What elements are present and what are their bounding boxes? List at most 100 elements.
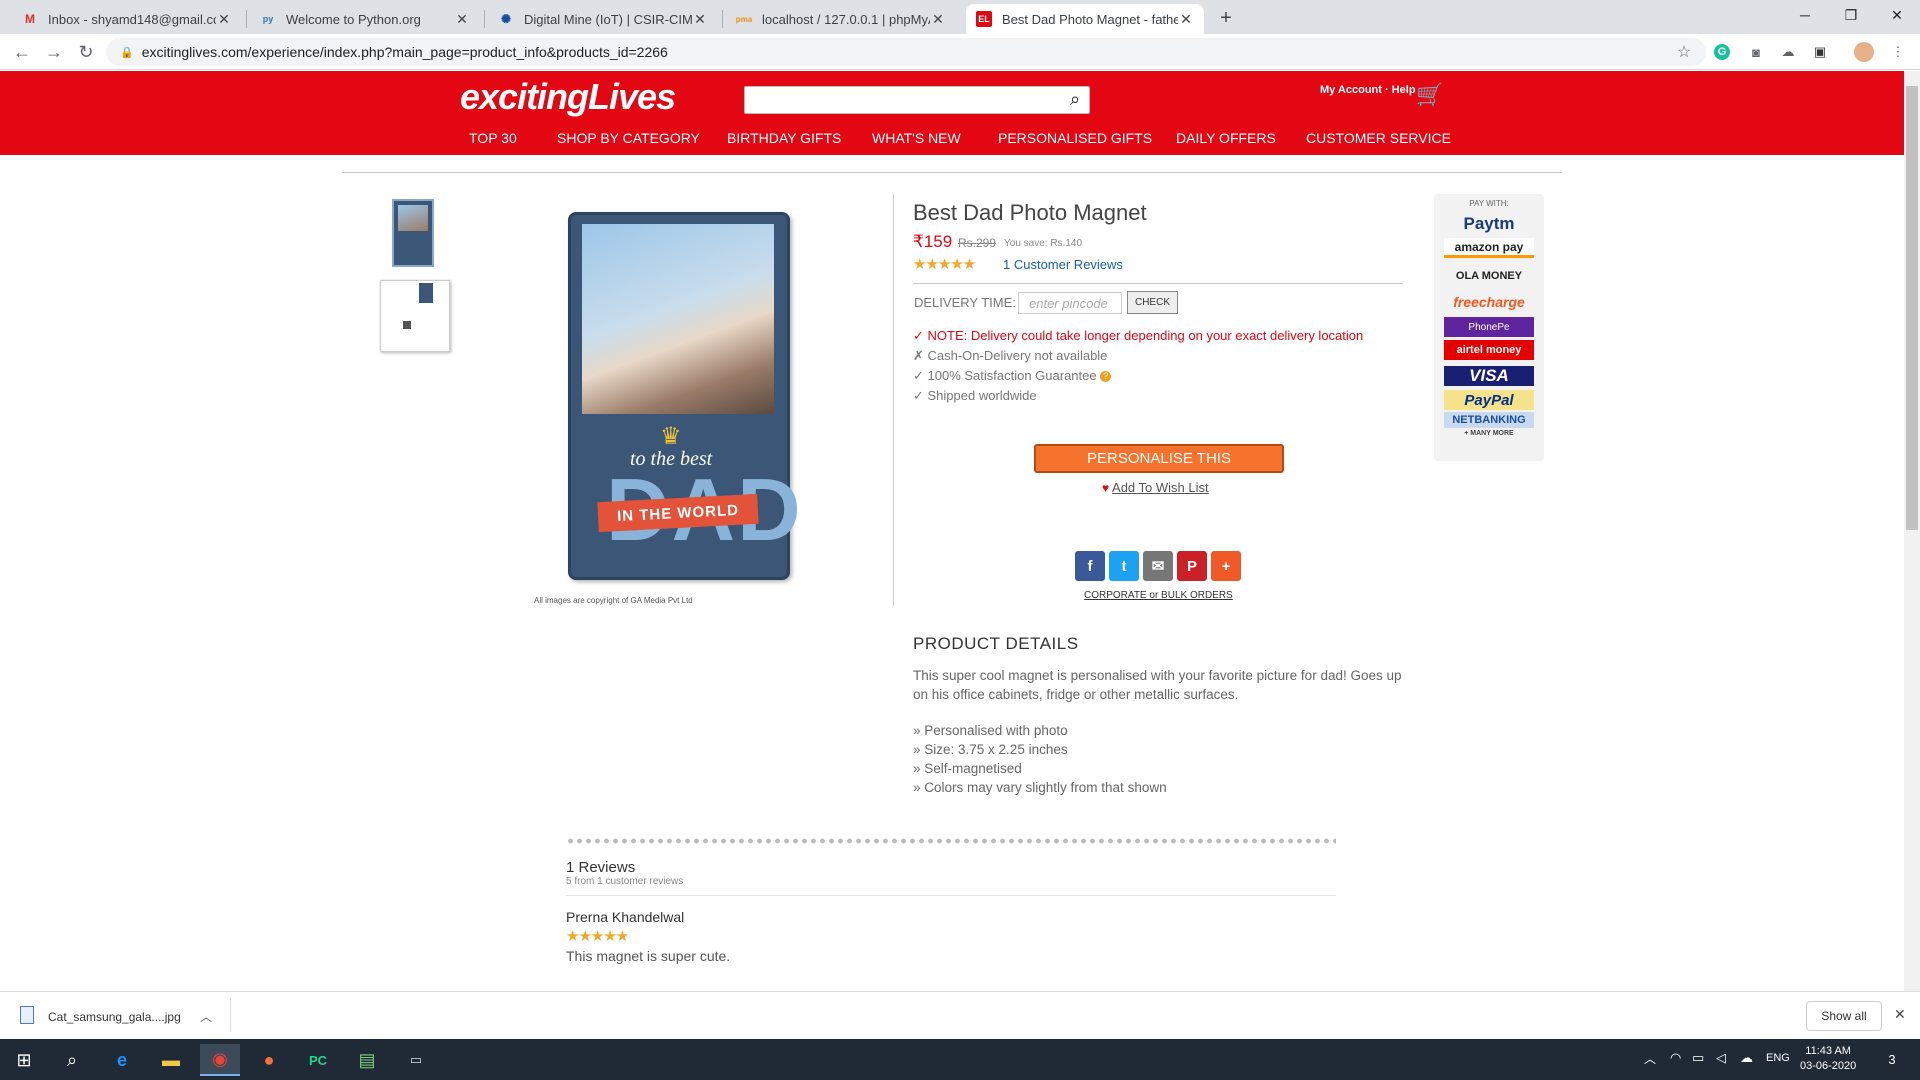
bulk-orders-link[interactable]: CORPORATE or BULK ORDERS xyxy=(1084,590,1233,601)
pinterest-share-icon[interactable]: P xyxy=(1177,551,1207,581)
scrollbar-thumb[interactable] xyxy=(1906,86,1918,530)
delivery-time-label: DELIVERY TIME: xyxy=(914,295,1016,310)
search-icon[interactable]: ⌕ xyxy=(52,1044,92,1076)
detail-bullet: » Self-magnetised xyxy=(913,761,1022,776)
globe-icon: ✺ xyxy=(500,12,512,26)
product-thumbnail[interactable] xyxy=(380,280,450,352)
heart-icon: ♥ xyxy=(1102,481,1110,495)
wifi-icon[interactable]: ◠ xyxy=(1670,1050,1681,1066)
product-title: Best Dad Photo Magnet xyxy=(913,200,1147,225)
crown-icon: ♛ xyxy=(660,423,682,450)
pincode-input[interactable]: enter pincode xyxy=(1018,292,1122,314)
back-icon[interactable]: ← xyxy=(10,40,34,64)
close-tab-icon[interactable]: ✕ xyxy=(454,11,470,28)
address-bar[interactable]: 🔒 excitinglives.com/experience/index.php… xyxy=(106,38,1706,66)
product-description: This super cool magnet is personalised w… xyxy=(913,668,1402,702)
reviews-summary: 5 from 1 customer reviews xyxy=(566,876,684,887)
customer-reviews-link[interactable]: 1 Customer Reviews xyxy=(1003,257,1123,272)
close-tab-icon[interactable]: ✕ xyxy=(216,11,232,28)
header-divider xyxy=(342,172,1562,173)
excitinglives-icon: EL xyxy=(976,11,992,27)
nav-birthday-gifts[interactable]: BIRTHDAY GIFTS xyxy=(727,130,841,146)
amazon-pay-logo: amazon pay xyxy=(1444,238,1534,258)
notification-center-icon[interactable]: 3 xyxy=(1880,1048,1904,1070)
language-indicator[interactable]: ENG xyxy=(1766,1052,1790,1064)
cloud-icon[interactable]: ☁ xyxy=(1778,42,1798,62)
browser-tab-phpmyadmin[interactable]: pma localhost / 127.0.0.1 | phpMyAdm ✕ xyxy=(726,4,956,34)
system-clock[interactable]: 11:43 AM 03-06-2020 xyxy=(1800,1044,1856,1074)
many-more-label: + MANY MORE xyxy=(1464,430,1514,437)
browser-tab-python[interactable]: py Welcome to Python.org ✕ xyxy=(250,4,480,34)
close-window-button[interactable]: ✕ xyxy=(1874,0,1920,30)
detail-bullet: » Personalised with photo xyxy=(913,723,1068,738)
product-thumbnail[interactable] xyxy=(392,199,434,267)
ola-money-logo: OLA MONEY xyxy=(1455,270,1523,282)
nav-daily-offers[interactable]: DAILY OFFERS xyxy=(1176,130,1276,146)
review-stars: ★★★★★ xyxy=(566,928,629,945)
download-filename[interactable]: Cat_samsung_gala....jpg xyxy=(48,1010,181,1024)
nav-personalised-gifts[interactable]: PERSONALISED GIFTS xyxy=(998,130,1152,146)
grammarly-icon[interactable]: G xyxy=(1714,44,1730,60)
browser-tab-digital-mine[interactable]: ✺ Digital Mine (IoT) | CSIR-CIMFR ✕ xyxy=(488,4,718,34)
nav-top-30[interactable]: TOP 30 xyxy=(469,130,517,146)
extension-icon[interactable]: ▣ xyxy=(1810,42,1830,62)
tab-title: Best Dad Photo Magnet - fathers xyxy=(1002,11,1178,27)
forward-icon[interactable]: → xyxy=(42,40,66,64)
review-text: This magnet is super cute. xyxy=(566,948,731,964)
browser-tab-active[interactable]: EL Best Dad Photo Magnet - fathers ✕ xyxy=(966,4,1204,34)
reviews-count: 1 Reviews xyxy=(566,859,636,876)
close-downloads-icon[interactable]: ✕ xyxy=(1894,1006,1906,1023)
file-explorer-icon[interactable]: ▬ xyxy=(151,1044,191,1076)
add-to-wishlist-link[interactable]: ♥ Add To Wish List xyxy=(1102,480,1209,495)
feature-item: ✓ Shipped worldwide xyxy=(913,388,1037,403)
browser-tab-gmail[interactable]: M Inbox - shyamd148@gmail.com ✕ xyxy=(12,4,242,34)
close-tab-icon[interactable]: ✕ xyxy=(692,11,708,28)
camera-icon[interactable]: ◙ xyxy=(1746,42,1766,62)
detail-bullet: » Colors may vary slightly from that sho… xyxy=(913,780,1167,795)
minimize-button[interactable]: ─ xyxy=(1782,0,1828,30)
info-divider xyxy=(913,283,1403,284)
personalise-button[interactable]: PERSONALISE THIS xyxy=(1034,444,1284,473)
edge-icon[interactable]: e xyxy=(102,1044,142,1076)
check-button[interactable]: CHECK xyxy=(1127,291,1178,314)
menu-icon[interactable]: ⋮ xyxy=(1888,42,1908,62)
product-price: ₹159 xyxy=(913,232,953,251)
notification-count: 3 xyxy=(1888,1051,1896,1067)
email-share-icon[interactable]: ✉ xyxy=(1143,551,1173,581)
search-icon[interactable]: ⌕ xyxy=(1064,88,1086,110)
more-share-icon[interactable]: + xyxy=(1211,551,1241,581)
nav-shop-by-category[interactable]: SHOP BY CATEGORY xyxy=(557,130,700,146)
product-old-price: Rs.299 xyxy=(958,236,997,250)
nav-customer-service[interactable]: CUSTOMER SERVICE xyxy=(1306,130,1451,146)
notepad-icon[interactable]: ▤ xyxy=(347,1044,387,1076)
restore-button[interactable]: ❐ xyxy=(1828,0,1874,30)
reload-icon[interactable]: ↻ xyxy=(74,40,98,64)
chrome-icon[interactable]: ◉ xyxy=(200,1044,240,1076)
terminal-icon[interactable]: ▭ xyxy=(396,1044,436,1076)
bookmark-star-icon[interactable]: ☆ xyxy=(1674,42,1694,62)
visa-logo: VISA xyxy=(1444,366,1534,386)
new-tab-button[interactable]: + xyxy=(1212,6,1240,30)
facebook-share-icon[interactable]: f xyxy=(1075,551,1105,581)
firefox-icon[interactable]: ● xyxy=(249,1044,289,1076)
battery-icon[interactable]: ▭ xyxy=(1692,1050,1704,1066)
pycharm-icon[interactable]: PC xyxy=(298,1044,338,1076)
volume-icon[interactable]: ◁ xyxy=(1716,1050,1726,1066)
nav-whats-new[interactable]: WHAT'S NEW xyxy=(872,130,961,146)
close-tab-icon[interactable]: ✕ xyxy=(930,11,946,28)
chevron-up-icon[interactable]: ︿ xyxy=(1644,1050,1656,1067)
close-tab-icon[interactable]: ✕ xyxy=(1178,11,1194,28)
url-text: excitinglives.com/experience/index.php?m… xyxy=(141,44,668,60)
chevron-up-icon[interactable]: ︿ xyxy=(200,1008,212,1025)
windows-start-icon[interactable]: ⊞ xyxy=(4,1044,44,1076)
cart-icon[interactable]: 🛒 xyxy=(1416,82,1443,108)
help-icon[interactable]: ? xyxy=(1100,371,1112,383)
column-divider xyxy=(893,194,894,606)
site-logo[interactable]: excitingLives xyxy=(460,76,676,118)
onedrive-icon[interactable]: ☁ xyxy=(1740,1050,1753,1066)
profile-avatar[interactable] xyxy=(1854,42,1874,62)
site-search-input[interactable] xyxy=(744,86,1090,114)
twitter-share-icon[interactable]: t xyxy=(1109,551,1139,581)
account-help-link[interactable]: My Account · Help xyxy=(1320,84,1416,96)
show-all-button[interactable]: Show all xyxy=(1806,1001,1882,1031)
